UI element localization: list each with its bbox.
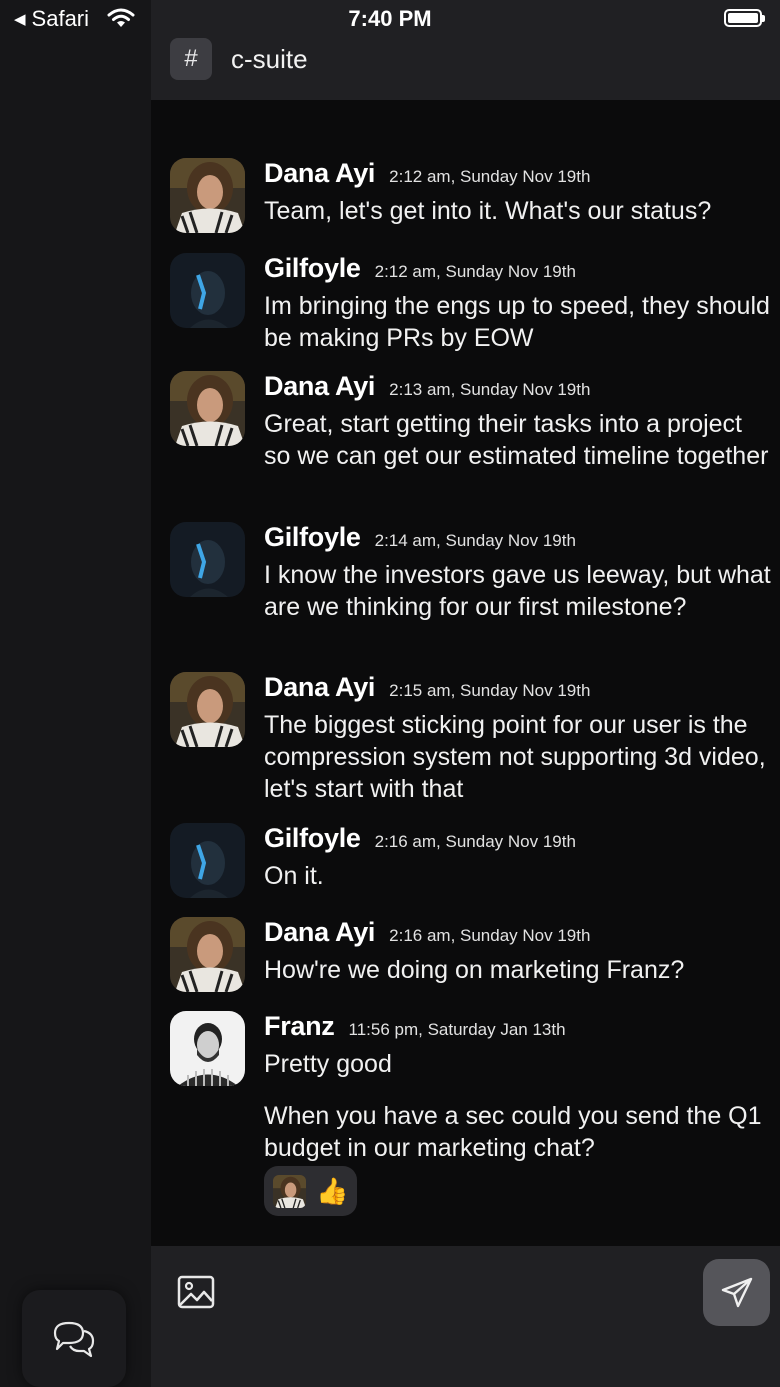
- message-author[interactable]: Franz: [264, 1011, 335, 1042]
- message-timestamp: 2:14 am, Sunday Nov 19th: [374, 531, 576, 550]
- avatar[interactable]: [170, 1011, 245, 1086]
- message-timestamp: 11:56 pm, Saturday Jan 13th: [348, 1020, 566, 1039]
- reactor-avatar: [273, 1175, 306, 1208]
- avatar[interactable]: [170, 917, 245, 992]
- avatar[interactable]: [170, 522, 245, 597]
- clock: 7:40 PM: [348, 6, 432, 31]
- message-text: How're we doing on marketing Franz?: [264, 956, 685, 984]
- message-author[interactable]: Gilfoyle: [264, 522, 361, 553]
- avatar[interactable]: [170, 253, 245, 328]
- message-text: Im bringing the engs up to speed, they s…: [264, 292, 770, 352]
- channel-title[interactable]: # c-suite: [170, 38, 308, 80]
- message-timestamp: 2:13 am, Sunday Nov 19th: [389, 380, 591, 399]
- image-icon[interactable]: [176, 1274, 218, 1312]
- avatar[interactable]: [170, 823, 245, 898]
- message-text: Great, start getting their tasks into a …: [264, 410, 769, 470]
- message-author[interactable]: Dana Ayi: [264, 672, 375, 703]
- avatar[interactable]: [170, 672, 245, 747]
- message-author[interactable]: Gilfoyle: [264, 253, 361, 284]
- message-text: I know the investors gave us leeway, but…: [264, 561, 771, 621]
- message-timestamp: 2:16 am, Sunday Nov 19th: [374, 832, 576, 851]
- chat-bubbles-icon: [53, 1321, 95, 1357]
- message-text: On it.: [264, 862, 324, 890]
- message-text: Team, let's get into it. What's our stat…: [264, 197, 712, 225]
- message-text: The biggest sticking point for our user …: [264, 711, 766, 803]
- message-timestamp: 2:15 am, Sunday Nov 19th: [389, 681, 591, 700]
- message-timestamp: 2:16 am, Sunday Nov 19th: [389, 926, 591, 945]
- message-list[interactable]: Dana Ayi 2:12 am, Sunday Nov 19th Team, …: [151, 100, 780, 1246]
- message-author[interactable]: Dana Ayi: [264, 371, 375, 402]
- channel-name: c-suite: [231, 43, 308, 74]
- followup-message-text: When you have a sec could you send the Q…: [264, 1102, 762, 1162]
- send-button[interactable]: [703, 1259, 770, 1326]
- message-author[interactable]: Dana Ayi: [264, 158, 375, 189]
- message-composer[interactable]: [151, 1246, 780, 1387]
- send-icon: [721, 1277, 752, 1307]
- message-timestamp: 2:12 am, Sunday Nov 19th: [389, 167, 591, 186]
- avatar[interactable]: [170, 371, 245, 446]
- reaction-chip[interactable]: 👍: [264, 1166, 357, 1216]
- message-author[interactable]: Dana Ayi: [264, 917, 375, 948]
- chats-nav-button[interactable]: [22, 1290, 126, 1387]
- avatar[interactable]: [170, 158, 245, 233]
- battery-icon: [724, 9, 765, 27]
- status-bar: ◀ Safari 7:40 PM: [0, 0, 780, 40]
- sidebar: [0, 0, 151, 1387]
- message-text: Pretty good: [264, 1050, 392, 1078]
- thumbs-up-emoji: 👍: [316, 1176, 349, 1206]
- message-timestamp: 2:12 am, Sunday Nov 19th: [374, 262, 576, 281]
- message-author[interactable]: Gilfoyle: [264, 823, 361, 854]
- channel-hash-icon: #: [170, 38, 212, 80]
